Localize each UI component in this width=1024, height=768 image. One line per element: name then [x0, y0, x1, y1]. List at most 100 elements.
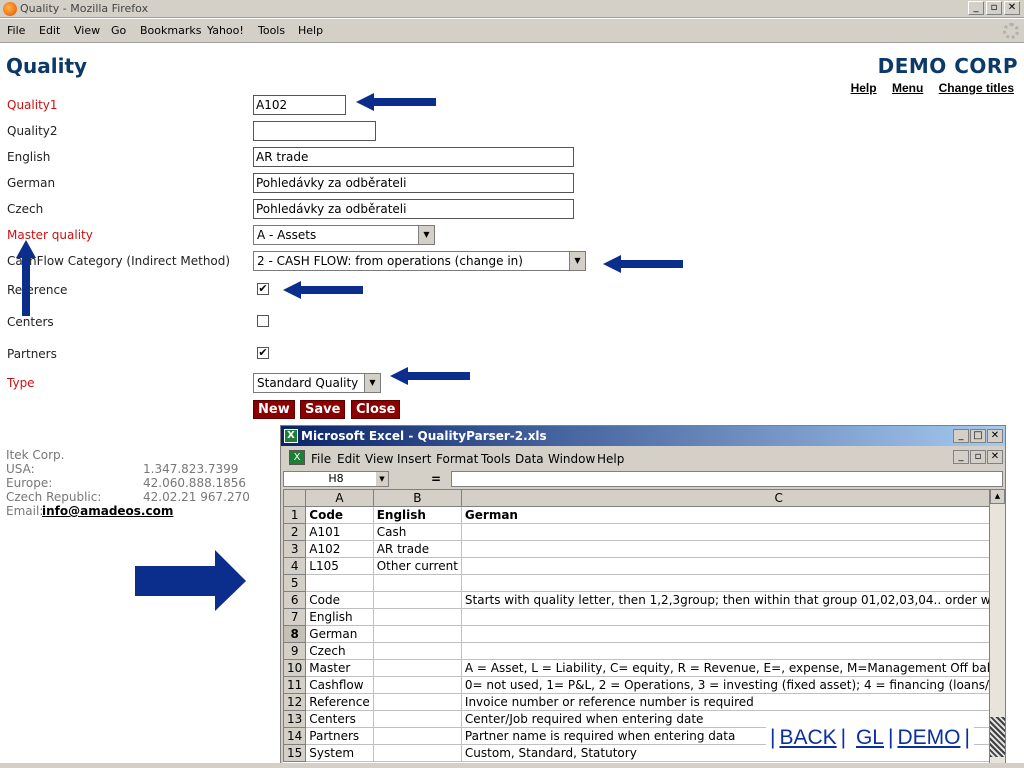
- menu-tools[interactable]: Tools: [258, 24, 285, 37]
- formula-input[interactable]: [451, 471, 1003, 487]
- cell-b4[interactable]: Other current: [372, 557, 462, 575]
- cell-b9[interactable]: [372, 642, 462, 660]
- new-button[interactable]: New: [253, 400, 295, 419]
- cell-a14[interactable]: Partners: [305, 727, 374, 745]
- excel-menu-file[interactable]: File: [311, 452, 331, 466]
- cell-a4[interactable]: L105: [305, 557, 374, 575]
- name-box-dropdown-icon[interactable]: ▼: [376, 472, 388, 486]
- cell-b15[interactable]: [372, 744, 462, 762]
- vertical-scrollbar[interactable]: ▲: [989, 489, 1005, 767]
- cell-c10[interactable]: A = Asset, L = Liability, C= equity, R =…: [460, 659, 989, 677]
- cell-c3[interactable]: [460, 540, 989, 558]
- row-header[interactable]: 7: [283, 608, 307, 626]
- cell-c6[interactable]: Starts with quality letter, then 1,2,3gr…: [460, 591, 989, 609]
- excel-menu-window[interactable]: Window: [548, 452, 595, 466]
- cell-b2[interactable]: Cash: [372, 523, 462, 541]
- row-header[interactable]: 3: [283, 540, 307, 558]
- scroll-up-icon[interactable]: ▲: [990, 489, 1005, 504]
- cell-b1[interactable]: English: [372, 506, 462, 524]
- quality1-input[interactable]: A102: [253, 95, 346, 115]
- cell-b6[interactable]: [372, 591, 462, 609]
- cell-a5[interactable]: [305, 574, 374, 592]
- column-header-b[interactable]: B: [372, 489, 462, 507]
- czech-input[interactable]: Pohledávky za odběrateli: [253, 199, 574, 219]
- menu-link[interactable]: Menu: [892, 81, 923, 95]
- excel-minimize-button[interactable]: _: [953, 429, 969, 443]
- row-header[interactable]: 10: [283, 659, 307, 677]
- cell-c11[interactable]: 0= not used, 1= P&L, 2 = Operations, 3 =…: [460, 676, 989, 694]
- row-header[interactable]: 11: [283, 676, 307, 694]
- cell-b11[interactable]: [372, 676, 462, 694]
- excel-menu-format[interactable]: Format: [436, 452, 478, 466]
- cell-c5[interactable]: [460, 574, 989, 592]
- select-all-corner[interactable]: [283, 489, 307, 507]
- cell-a15[interactable]: System: [305, 744, 374, 762]
- doc-minimize-button[interactable]: _: [953, 450, 969, 464]
- row-header[interactable]: 4: [283, 557, 307, 575]
- cell-c4[interactable]: [460, 557, 989, 575]
- name-box[interactable]: H8 ▼: [283, 471, 389, 487]
- scroll-thumb[interactable]: [990, 717, 1005, 757]
- cell-a7[interactable]: English: [305, 608, 374, 626]
- cell-c7[interactable]: [460, 608, 989, 626]
- row-header[interactable]: 9: [283, 642, 307, 660]
- close-window-button[interactable]: ✕: [1004, 1, 1020, 15]
- cell-b13[interactable]: [372, 710, 462, 728]
- excel-menu-view[interactable]: View: [365, 452, 393, 466]
- excel-menu-data[interactable]: Data: [515, 452, 544, 466]
- doc-restore-button[interactable]: ▫: [970, 450, 986, 464]
- column-header-a[interactable]: A: [305, 489, 374, 507]
- row-header[interactable]: 1: [283, 506, 307, 524]
- menu-yahoo[interactable]: Yahoo!: [207, 24, 244, 37]
- type-select[interactable]: Standard Quality ▼: [253, 373, 381, 393]
- change-titles-link[interactable]: Change titles: [939, 81, 1014, 95]
- maximize-button[interactable]: ▫: [986, 1, 1002, 15]
- email-link[interactable]: info@amadeos.com: [42, 504, 173, 518]
- cell-b5[interactable]: [372, 574, 462, 592]
- excel-maximize-button[interactable]: □: [970, 429, 986, 443]
- cell-b7[interactable]: [372, 608, 462, 626]
- save-button[interactable]: Save: [300, 400, 346, 419]
- german-input[interactable]: Pohledávky za odběrateli: [253, 173, 574, 193]
- cashflow-select[interactable]: 2 - CASH FLOW: from operations (change i…: [253, 251, 586, 271]
- row-header[interactable]: 14: [283, 727, 307, 745]
- menu-edit[interactable]: Edit: [39, 24, 60, 37]
- minimize-button[interactable]: _: [968, 1, 984, 15]
- excel-close-button[interactable]: ✕: [987, 429, 1003, 443]
- partners-checkbox[interactable]: ✔: [257, 347, 269, 359]
- reference-checkbox[interactable]: ✔: [257, 283, 269, 295]
- excel-menu-help[interactable]: Help: [597, 452, 624, 466]
- quality2-input[interactable]: [253, 121, 376, 141]
- excel-menu-insert[interactable]: Insert: [397, 452, 431, 466]
- row-header[interactable]: 8: [283, 625, 307, 643]
- help-link[interactable]: Help: [851, 81, 877, 95]
- cell-a11[interactable]: Cashflow: [305, 676, 374, 694]
- menu-bookmarks[interactable]: Bookmarks: [140, 24, 201, 37]
- row-header[interactable]: 13: [283, 710, 307, 728]
- cell-b12[interactable]: [372, 693, 462, 711]
- cell-a2[interactable]: A101: [305, 523, 374, 541]
- row-header[interactable]: 6: [283, 591, 307, 609]
- excel-menu-tools[interactable]: Tools: [481, 452, 511, 466]
- row-header[interactable]: 12: [283, 693, 307, 711]
- gl-link[interactable]: GL: [856, 726, 884, 749]
- menu-file[interactable]: File: [7, 24, 25, 37]
- cell-a3[interactable]: A102: [305, 540, 374, 558]
- demo-link[interactable]: DEMO: [897, 726, 960, 749]
- cell-c9[interactable]: [460, 642, 989, 660]
- doc-close-button[interactable]: ✕: [987, 450, 1003, 464]
- cell-b8[interactable]: [372, 625, 462, 643]
- cell-b3[interactable]: AR trade: [372, 540, 462, 558]
- cell-c12[interactable]: Invoice number or reference number is re…: [460, 693, 989, 711]
- cell-a10[interactable]: Master: [305, 659, 374, 677]
- close-button[interactable]: Close: [351, 400, 401, 419]
- english-input[interactable]: AR trade: [253, 147, 574, 167]
- excel-menu-edit[interactable]: Edit: [337, 452, 360, 466]
- cell-c8[interactable]: [460, 625, 989, 643]
- menu-view[interactable]: View: [74, 24, 100, 37]
- centers-checkbox[interactable]: [257, 315, 269, 327]
- cell-a6[interactable]: Code: [305, 591, 374, 609]
- cell-b10[interactable]: [372, 659, 462, 677]
- cell-b14[interactable]: [372, 727, 462, 745]
- menu-help[interactable]: Help: [298, 24, 323, 37]
